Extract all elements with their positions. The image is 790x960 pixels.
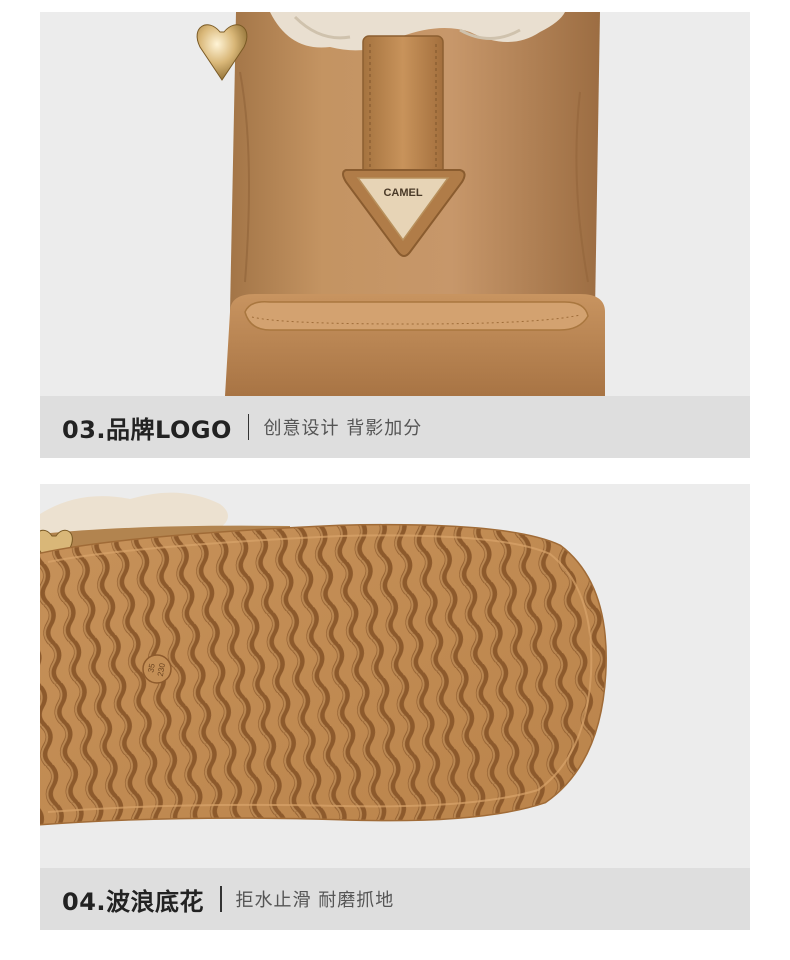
section-subtitle: 创意设计 背影加分 (263, 418, 423, 439)
section-wave-sole: 35 230 04.波浪底花 拒水止滑 耐磨抓地 (40, 484, 750, 930)
section-title: 03.品牌LOGO (62, 415, 232, 444)
section-brand-logo: CAMEL 03.品牌LOGO 创意设计 背影加分 (40, 12, 750, 458)
logo-label: CAMEL (383, 187, 422, 199)
caption-bar: 04.波浪底花 拒水止滑 耐磨抓地 (40, 868, 750, 930)
caption-divider (220, 886, 222, 912)
caption-bar: 03.品牌LOGO 创意设计 背影加分 (40, 396, 750, 458)
caption-divider (247, 414, 250, 440)
boot-sole-photo: 35 230 (40, 484, 750, 868)
boot-back-photo: CAMEL (40, 12, 750, 396)
section-subtitle: 拒水止滑 耐磨抓地 (235, 890, 395, 911)
section-title: 04.波浪底花 (62, 887, 205, 916)
